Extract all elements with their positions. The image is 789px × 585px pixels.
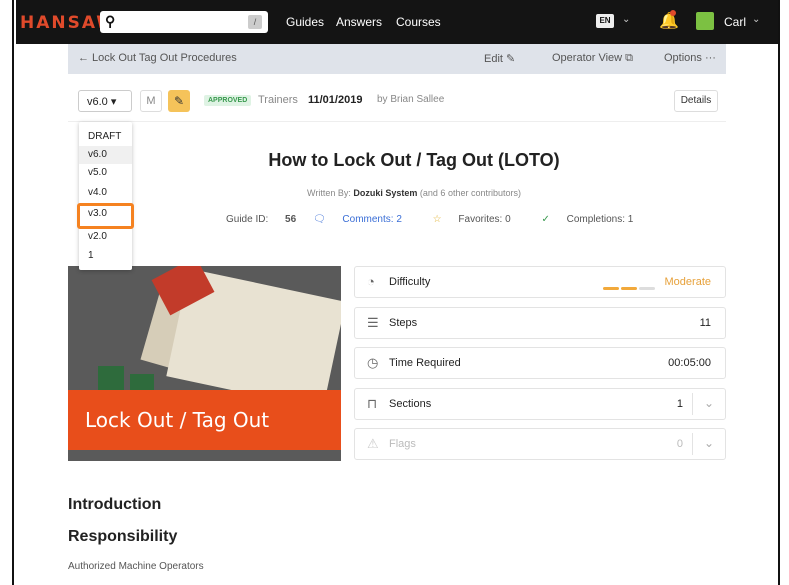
nav-courses[interactable]: Courses: [396, 15, 441, 29]
chevron-down-icon[interactable]: ⌄: [752, 14, 760, 25]
check-icon: ✓: [541, 214, 550, 225]
flags-row[interactable]: ⚠ Flags 0 ⌄: [354, 428, 726, 460]
comments-count: Comments: 2: [342, 214, 402, 225]
difficulty-meter: [601, 281, 655, 293]
comments-link[interactable]: 🗨 Comments: 2: [313, 214, 416, 225]
hero-banner: Lock Out / Tag Out (LOTO): [68, 390, 341, 450]
back-link[interactable]: ← Lock Out Tag Out Procedures: [78, 52, 237, 64]
search-input[interactable]: ⚲ /: [100, 11, 268, 33]
bookmark-icon: ⊓: [367, 396, 378, 411]
search-shortcut-key: /: [248, 15, 262, 29]
guide-id: Guide ID: 56: [226, 214, 296, 225]
hero-image: Lock Out / Tag Out (LOTO): [68, 266, 341, 461]
sections-row[interactable]: ⊓ Sections 1 ⌄: [354, 388, 726, 420]
markup-button[interactable]: M: [140, 90, 162, 112]
pencil-icon[interactable]: ✎: [168, 90, 190, 112]
right-frame: [778, 0, 789, 585]
version-dropdown: DRAFT v6.0 v5.0 v4.0 v3.0 v2.0 1: [79, 122, 132, 270]
flags-label: Flags: [389, 438, 416, 450]
completions-link[interactable]: ✓ Completions: 1: [541, 214, 647, 225]
gauge-icon: ◔: [367, 274, 375, 289]
nav-guides[interactable]: Guides: [286, 15, 324, 29]
edit-button[interactable]: Edit ✎: [484, 52, 515, 65]
chevron-down-icon[interactable]: ⌄: [622, 14, 630, 25]
nav-answers[interactable]: Answers: [336, 15, 382, 29]
app-window: HANSAW ⚲ / Guides Answers Courses EN ⌄ 🔔…: [16, 0, 778, 585]
time-value: 00:05:00: [668, 357, 711, 369]
approver-role: Trainers: [258, 94, 298, 106]
sections-label: Sections: [389, 398, 432, 410]
chevron-down-icon[interactable]: ⌄: [704, 396, 714, 410]
flags-value: 0: [676, 438, 683, 450]
favorites-count: Favorites: 0: [458, 214, 511, 225]
steps-value: 11: [699, 317, 711, 329]
written-by-label: Written By:: [307, 188, 351, 198]
details-button[interactable]: Details: [674, 90, 718, 112]
version-option-v4[interactable]: v4.0: [79, 184, 132, 202]
author-link[interactable]: Dozuki System: [353, 188, 417, 198]
comment-icon: 🗨: [312, 214, 326, 225]
steps-row: ☰ Steps 11: [354, 307, 726, 339]
status-badge: APPROVED: [204, 95, 252, 106]
version-toolbar: v6.0 ▾ M ✎ APPROVED Trainers 11/01/2019 …: [68, 80, 726, 122]
divider: [692, 393, 693, 415]
guide-id-label: Guide ID:: [226, 214, 269, 225]
warning-icon: ⚠: [367, 436, 379, 451]
time-label: Time Required: [389, 357, 461, 369]
introduction-heading: Introduction: [68, 496, 162, 513]
time-row: ◷ Time Required 00:05:00: [354, 347, 726, 379]
version-select[interactable]: v6.0 ▾: [78, 90, 132, 112]
search-icon: ⚲: [105, 13, 116, 29]
chevron-down-icon[interactable]: ⌄: [704, 436, 714, 450]
user-name[interactable]: Carl: [724, 15, 746, 29]
divider: [692, 433, 693, 455]
version-highlight-box: [77, 203, 134, 229]
contributors-link[interactable]: (and 6 other contributors): [420, 188, 521, 198]
steps-label: Steps: [389, 317, 418, 329]
favorites-link[interactable]: ☆ Favorites: 0: [433, 214, 525, 225]
bell-icon[interactable]: 🔔: [659, 11, 679, 31]
difficulty-value: Moderate: [664, 276, 711, 288]
left-frame: [0, 0, 14, 585]
responsibility-heading: Responsibility: [68, 528, 178, 545]
notification-dot: [670, 10, 676, 16]
difficulty-pip: [603, 287, 619, 290]
difficulty-pip: [621, 287, 637, 290]
avatar[interactable]: [696, 12, 714, 30]
star-icon: ☆: [432, 214, 442, 225]
approval-date: 11/01/2019: [308, 94, 363, 106]
sections-value: 1: [676, 398, 683, 410]
version-option-v5[interactable]: v5.0: [79, 164, 132, 182]
operator-view-button[interactable]: Operator View ⧉: [552, 52, 633, 65]
approved-by: by Brian Sallee: [377, 94, 445, 105]
clock-icon: ◷: [367, 355, 379, 370]
options-button[interactable]: Options ···: [664, 52, 716, 64]
breadcrumb: ← Lock Out Tag Out Procedures Edit ✎ Ope…: [68, 44, 726, 74]
version-option-v2[interactable]: v2.0: [79, 228, 132, 246]
guide-meta: Guide ID: 56 🗨 Comments: 2 ☆ Favorites: …: [226, 214, 661, 225]
difficulty-label: Difficulty: [389, 276, 431, 288]
language-selector[interactable]: EN: [596, 14, 614, 28]
version-option-1[interactable]: 1: [79, 247, 132, 265]
difficulty-pip: [639, 287, 655, 290]
completions-count: Completions: 1: [566, 214, 634, 225]
guide-id-value: 56: [285, 214, 297, 225]
version-option-draft[interactable]: DRAFT: [79, 128, 132, 146]
top-navigation: HANSAW ⚲ / Guides Answers Courses EN ⌄ 🔔…: [16, 0, 778, 44]
version-option-v6[interactable]: v6.0: [79, 146, 132, 164]
responsibility-text: Authorized Machine Operators: [68, 561, 204, 572]
list-icon: ☰: [367, 315, 379, 330]
difficulty-row: ◔ Difficulty Moderate: [354, 266, 726, 298]
